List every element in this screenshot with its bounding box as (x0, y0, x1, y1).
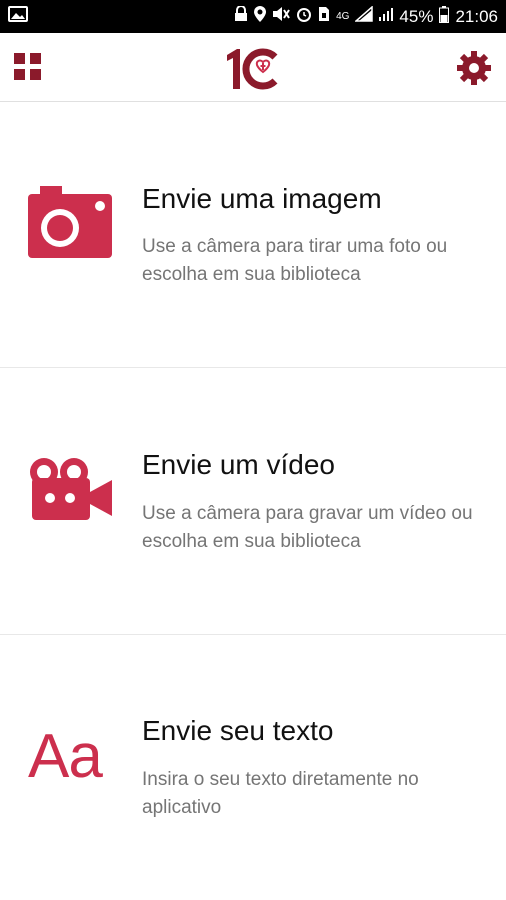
signal-icon (354, 5, 374, 27)
location-icon (254, 6, 267, 27)
gear-icon (457, 51, 491, 85)
app-bar (0, 33, 506, 102)
battery-icon (439, 5, 450, 28)
camera-icon (28, 186, 112, 263)
settings-button[interactable] (456, 50, 492, 86)
video-camera-icon (28, 456, 114, 525)
option-title: Envie um vídeo (142, 449, 335, 480)
sim-icon (318, 6, 330, 27)
menu-grid-button[interactable] (14, 53, 42, 81)
option-title: Envie uma imagem (142, 183, 382, 214)
lock-icon (234, 5, 248, 27)
option-title: Envie seu texto (142, 715, 334, 746)
text-icon: Aa (28, 722, 103, 791)
alarm-icon (296, 6, 312, 27)
battery-percent: 45% (399, 6, 434, 26)
option-description: Use a câmera para gravar um vídeo ou esc… (142, 503, 473, 552)
send-video-option[interactable]: Envie um vídeo Use a câmera para gravar … (0, 367, 506, 635)
clock: 21:06 (455, 6, 498, 26)
network-type: 4G (336, 11, 350, 22)
signal-bars-icon (379, 6, 394, 27)
send-text-option[interactable]: Aa Envie seu texto Insira o seu texto di… (0, 634, 506, 900)
option-description: Use a câmera para tirar uma foto ou esco… (142, 236, 448, 285)
image-notification-icon (8, 6, 28, 27)
mute-icon (272, 6, 290, 27)
status-bar: 4G 45% 21:06 (0, 0, 506, 33)
app-logo (223, 45, 283, 91)
grid-icon (14, 53, 41, 80)
send-image-option[interactable]: Envie uma imagem Use a câmera para tirar… (0, 101, 506, 368)
option-description: Insira o seu texto diretamente no aplica… (142, 769, 419, 818)
